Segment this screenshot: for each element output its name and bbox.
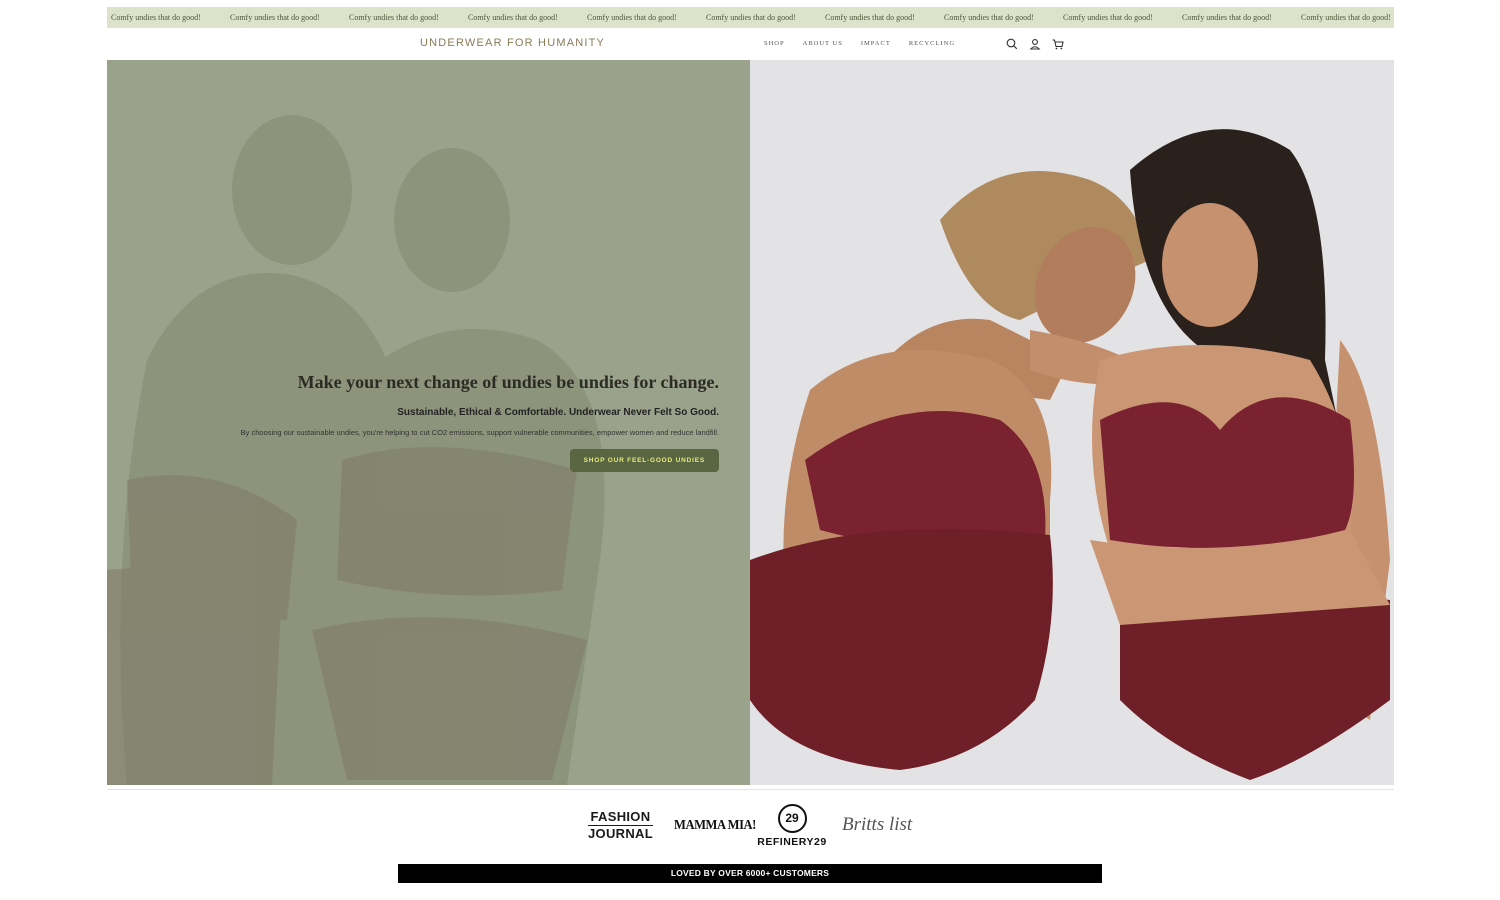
fashion-journal-line1: FASHION [590, 809, 651, 824]
hero-image [750, 60, 1394, 785]
refinery29-text: REFINERY29 [757, 836, 827, 848]
hero-models-photo [750, 60, 1394, 785]
nav-shop[interactable]: SHOP [764, 40, 785, 47]
site-logo[interactable]: UNDERWEAR FOR HUMANITY [420, 37, 605, 49]
announcement-bar: Comfy undies that do good! Comfy undies … [107, 7, 1394, 28]
search-icon[interactable] [1005, 37, 1019, 51]
announcement-text: Comfy undies that do good! [706, 13, 796, 22]
hero-section: Make your next change of undies be undie… [107, 60, 1394, 785]
fashion-journal-line2: JOURNAL [588, 826, 653, 841]
nav-about-us[interactable]: ABOUT US [803, 40, 843, 47]
main-nav: SHOP ABOUT US IMPACT RECYCLING [764, 40, 955, 47]
header-icons [1005, 37, 1065, 51]
announcement-text: Comfy undies that do good! [1063, 13, 1153, 22]
hero-subtitle: Sustainable, Ethical & Comfortable. Unde… [397, 407, 719, 418]
announcement-text: Comfy undies that do good! [587, 13, 677, 22]
mamma-mia-logo: MAMMA MIA! [674, 818, 756, 833]
hero-copy: Make your next change of undies be undie… [139, 372, 719, 472]
fashion-journal-logo: FASHION JOURNAL [588, 810, 653, 841]
announcement-text: Comfy undies that do good! [944, 13, 1034, 22]
announcement-text: Comfy undies that do good! [1301, 13, 1391, 22]
announcement-text: Comfy undies that do good! [468, 13, 558, 22]
hero-title: Make your next change of undies be undie… [297, 372, 719, 392]
refinery29-mark: 29 [777, 804, 807, 833]
hero-text-panel: Make your next change of undies be undie… [107, 60, 750, 785]
customers-banner: LOVED BY OVER 6000+ CUSTOMERS [398, 864, 1102, 883]
announcement-text: Comfy undies that do good! [349, 13, 439, 22]
site-header: UNDERWEAR FOR HUMANITY SHOP ABOUT US IMP… [107, 28, 1394, 60]
hero-body: By choosing our sustainable undies, you'… [240, 428, 719, 437]
nav-recycling[interactable]: RECYCLING [909, 40, 955, 47]
announcement-text: Comfy undies that do good! [1182, 13, 1272, 22]
cart-icon[interactable] [1051, 37, 1065, 51]
account-icon[interactable] [1028, 37, 1042, 51]
press-logos: FASHION JOURNAL MAMMA MIA! 29 REFINERY29… [583, 800, 923, 856]
refinery29-logo: 29 REFINERY29 [754, 804, 830, 848]
shop-cta-button[interactable]: SHOP OUR FEEL-GOOD UNDIES [569, 449, 719, 472]
announcement-text: Comfy undies that do good! [825, 13, 915, 22]
nav-impact[interactable]: IMPACT [861, 40, 891, 47]
section-divider [107, 789, 1394, 790]
announcement-text: Comfy undies that do good! [230, 13, 320, 22]
announcement-text: Comfy undies that do good! [111, 13, 201, 22]
britts-list-logo: Britts list [842, 814, 913, 835]
